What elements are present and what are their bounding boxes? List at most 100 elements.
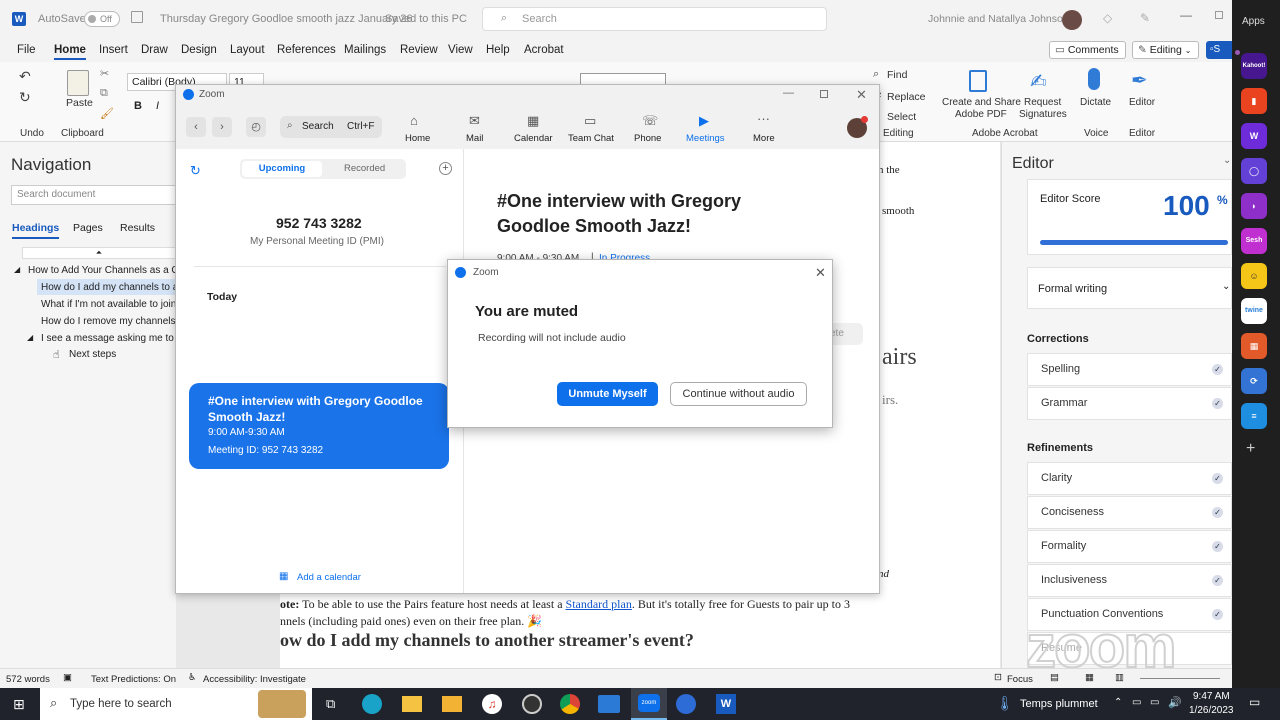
volume-icon[interactable]: 🔊 — [1168, 696, 1182, 709]
minimize-icon[interactable]: — — [1180, 8, 1192, 22]
close-icon[interactable]: ✕ — [856, 87, 867, 103]
media-icon[interactable] — [522, 694, 542, 714]
menu-design[interactable]: Design — [181, 44, 217, 56]
heading-item-3[interactable]: What if I'm not available to join — [41, 299, 176, 310]
refinement-conciseness[interactable]: Conciseness ✓ — [1027, 496, 1232, 529]
word-search-box[interactable]: ⌕ Search — [482, 7, 827, 31]
zoom-slider[interactable] — [1140, 678, 1220, 679]
menu-file[interactable]: File — [17, 44, 36, 56]
nav-calendar[interactable]: Calendar — [514, 133, 553, 144]
menu-layout[interactable]: Layout — [230, 44, 265, 56]
video-app-icon[interactable] — [598, 695, 620, 713]
accessibility-icon[interactable]: ♿ — [188, 672, 197, 683]
meet-now-icon[interactable]: ▭ — [1132, 697, 1141, 708]
unmute-myself-button[interactable]: Unmute Myself — [557, 382, 658, 406]
tab-pages[interactable]: Pages — [73, 222, 103, 234]
clock-date[interactable]: 1/26/2023 — [1189, 705, 1234, 716]
restore-icon[interactable] — [1215, 11, 1223, 19]
menu-review[interactable]: Review — [400, 44, 438, 56]
redo-icon[interactable]: ↻ — [19, 89, 31, 106]
save-icon[interactable] — [131, 11, 143, 23]
tab-results[interactable]: Results — [120, 222, 155, 234]
undo-icon[interactable]: ↶ — [19, 68, 31, 85]
circle-app-icon[interactable]: ◯ — [1241, 158, 1267, 184]
heading-item-5[interactable]: I see a message asking me to co — [41, 333, 176, 344]
menu-draw[interactable]: Draw — [141, 44, 168, 56]
notification-icon[interactable]: ▭ — [1249, 695, 1260, 709]
diamond-icon[interactable]: ◇ — [1103, 11, 1112, 25]
search-document-input[interactable]: Search document — [11, 185, 176, 205]
heading-item-1[interactable]: How to Add Your Channels as a Gu — [28, 265, 176, 276]
kahoot-app-icon[interactable]: Kahoot! — [1241, 53, 1267, 79]
paste-icon[interactable] — [67, 70, 89, 96]
read-mode-icon[interactable]: ▤ — [1050, 672, 1059, 683]
heading-item-6[interactable]: Next steps — [69, 349, 116, 360]
copy-icon[interactable]: ⧉ — [100, 87, 108, 100]
menu-view[interactable]: View — [448, 44, 473, 56]
add-app-icon[interactable]: + — [1246, 440, 1255, 458]
refresh-icon[interactable]: ↻ — [190, 163, 201, 179]
find-icon[interactable]: ⌕ — [873, 68, 879, 81]
zoom-search-box[interactable]: ⌕ Search Ctrl+F — [280, 116, 382, 138]
format-painter-icon[interactable]: 🖌 — [100, 107, 114, 120]
red-app-icon[interactable]: ▮ — [1241, 88, 1267, 114]
wakelet-app-icon[interactable]: W — [1241, 123, 1267, 149]
menu-home[interactable]: Home — [54, 44, 86, 60]
find-button[interactable]: Find — [887, 69, 907, 81]
zoom-taskbar-button[interactable]: zoom — [631, 688, 667, 720]
create-share-label[interactable]: Create and Share — [942, 97, 1021, 108]
avatar[interactable] — [1062, 10, 1082, 30]
maximize-icon[interactable] — [820, 90, 828, 98]
comments-button[interactable]: ▭ Comments — [1049, 41, 1126, 59]
meeting-card[interactable]: #One interview with Gregory Goodloe Smoo… — [189, 383, 449, 469]
nav-meetings[interactable]: Meetings — [686, 133, 725, 144]
tab-headings[interactable]: Headings — [12, 222, 60, 239]
windows-start-icon[interactable]: ⊞ — [13, 696, 25, 713]
menu-references[interactable]: References — [277, 44, 336, 56]
correction-grammar[interactable]: Grammar ✓ — [1027, 387, 1232, 420]
focus-mode-button[interactable]: Focus — [1007, 674, 1033, 685]
proofing-icon[interactable]: ▣ — [63, 672, 72, 683]
weather-text[interactable]: Temps plummet — [1020, 698, 1098, 710]
refinement-inclusiveness[interactable]: Inclusiveness ✓ — [1027, 564, 1232, 597]
print-layout-icon[interactable]: ▦ — [1085, 672, 1094, 683]
chevron-down-icon[interactable]: ⌄ — [1223, 155, 1231, 166]
word-count[interactable]: 572 words — [6, 674, 50, 685]
heading-item-4[interactable]: How do I remove my channels f — [41, 316, 176, 327]
music-icon[interactable]: ♫ — [482, 694, 502, 714]
heading-expand-icon[interactable]: ◢ — [27, 333, 33, 342]
signatures-label[interactable]: Signatures — [1019, 109, 1067, 120]
bold-icon[interactable]: B — [134, 100, 142, 112]
forward-button[interactable]: › — [212, 117, 232, 137]
emoji-app-icon[interactable]: ☺ — [1241, 263, 1267, 289]
continue-without-audio-button[interactable]: Continue without audio — [670, 382, 807, 406]
close-icon[interactable]: ✕ — [815, 265, 826, 281]
editor-ribbon-label[interactable]: Editor — [1129, 97, 1155, 108]
nav-phone[interactable]: Phone — [634, 133, 661, 144]
heading-expand-icon[interactable]: ◢ — [14, 265, 20, 274]
menu-help[interactable]: Help — [486, 44, 510, 56]
explorer-icon[interactable] — [402, 696, 422, 712]
weather-icon[interactable]: 🌡 — [996, 695, 1014, 712]
replace-button[interactable]: Replace — [887, 91, 926, 103]
request-label[interactable]: Request — [1024, 97, 1061, 108]
dictate-label[interactable]: Dictate — [1080, 97, 1111, 108]
focus-icon[interactable]: ⊡ — [994, 672, 1002, 683]
microphone-icon[interactable] — [1088, 68, 1100, 90]
menu-mailings[interactable]: Mailings — [344, 44, 386, 56]
add-meeting-icon[interactable]: + — [439, 162, 452, 175]
add-calendar-link[interactable]: Add a calendar — [297, 572, 361, 583]
adobe-pdf-label[interactable]: Adobe PDF — [955, 109, 1007, 120]
refinement-formality[interactable]: Formality ✓ — [1027, 530, 1232, 563]
task-view-icon[interactable]: ⧉ — [326, 696, 335, 712]
twine-app-icon[interactable]: twine — [1241, 298, 1267, 324]
refinement-clarity[interactable]: Clarity ✓ — [1027, 462, 1232, 495]
nav-more[interactable]: More — [753, 133, 775, 144]
network-icon[interactable]: ▭ — [1150, 697, 1159, 708]
menu-insert[interactable]: Insert — [99, 44, 128, 56]
office-app-icon[interactable]: ▦ — [1241, 333, 1267, 359]
clock-time[interactable]: 9:47 AM — [1193, 691, 1230, 702]
tab-recorded[interactable]: Recorded — [344, 163, 385, 174]
share-button[interactable]: ▫S — [1206, 41, 1232, 59]
accessibility-status[interactable]: Accessibility: Investigate — [203, 674, 306, 685]
